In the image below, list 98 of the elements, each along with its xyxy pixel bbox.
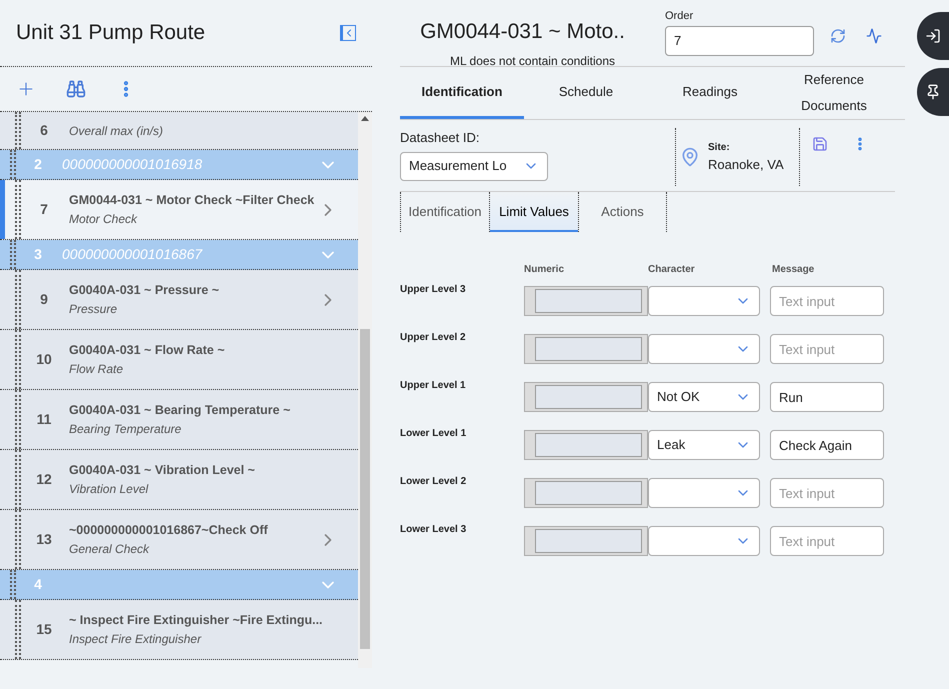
route-list-item[interactable]: 12 G0040A-031 ~ Vibration Level ~ Vibration Level: [0, 450, 358, 510]
item-title: G0040A-031 ~ Pressure ~: [69, 282, 220, 300]
group-number: 3: [33, 245, 43, 264]
limit-label: Upper Level 3: [400, 283, 467, 297]
route-list-item[interactable]: 10 G0040A-031 ~ Flow Rate ~ Flow Rate: [0, 330, 358, 390]
item-number: 13: [35, 530, 53, 549]
character-dropdown[interactable]: Not OK: [648, 382, 760, 412]
order-label: Order: [665, 9, 694, 24]
group-number: 4: [33, 575, 43, 594]
character-dropdown[interactable]: Leak: [648, 430, 760, 460]
character-dropdown[interactable]: [648, 478, 760, 508]
message-field[interactable]: Run: [770, 382, 884, 412]
item-subtitle: Motor Check: [69, 210, 138, 228]
pin-icon: [925, 84, 941, 100]
detail-title: GM0044-031 ~ Moto..: [420, 19, 625, 45]
status-note: ML does not contain conditions: [450, 52, 615, 70]
side-action-button[interactable]: [917, 68, 949, 116]
drag-handle-icon[interactable]: [15, 180, 21, 239]
numeric-field[interactable]: [524, 430, 648, 460]
route-list-item[interactable]: 6 Overall max (in/s): [0, 112, 358, 150]
item-subtitle: Inspect Fire Extinguisher: [69, 630, 202, 648]
drag-handle-icon[interactable]: [15, 270, 21, 329]
column-header: Numeric: [524, 263, 566, 277]
column-header: Character: [648, 263, 696, 277]
drag-handle-icon[interactable]: [15, 112, 21, 149]
item-number: 7: [39, 200, 49, 219]
item-title: GM0044-031 ~ Motor Check ~Filter Check: [69, 192, 316, 210]
character-dropdown[interactable]: [648, 286, 760, 316]
item-title: G0040A-031 ~ Bearing Temperature ~: [69, 402, 292, 420]
group-number: 2: [33, 155, 43, 174]
limit-label: Lower Level 3: [400, 523, 468, 537]
tab[interactable]: Identification: [400, 67, 524, 119]
item-number: 12: [35, 470, 53, 489]
group-code: 000000000001016867: [62, 245, 202, 264]
scrollbar[interactable]: [358, 112, 372, 668]
item-subtitle: Pressure: [69, 300, 118, 318]
message-field[interactable]: Text input: [770, 478, 884, 508]
character-dropdown[interactable]: [648, 526, 760, 556]
route-list-item[interactable]: 11 G0040A-031 ~ Bearing Temperature ~ Bearing Temperature: [0, 390, 358, 450]
limit-label: Upper Level 2: [400, 331, 467, 345]
order-field[interactable]: 7: [665, 26, 814, 56]
numeric-field[interactable]: [524, 478, 648, 508]
route-list-item[interactable]: 9 G0040A-031 ~ Pressure ~ Pressure: [0, 270, 358, 330]
drag-handle-icon[interactable]: [15, 510, 21, 569]
site-value: Roanoke, VA: [708, 156, 784, 174]
limit-label: Lower Level 2: [400, 475, 468, 489]
item-title: G0040A-031 ~ Vibration Level ~: [69, 462, 256, 480]
message-field[interactable]: Check Again: [770, 430, 884, 460]
message-field[interactable]: Text input: [770, 334, 884, 364]
numeric-field[interactable]: [524, 526, 648, 556]
item-number: 15: [35, 620, 53, 639]
item-number: 11: [36, 410, 52, 429]
route-list-item[interactable]: 7 GM0044-031 ~ Motor Check ~Filter Check Motor Check: [0, 180, 358, 240]
save-icon[interactable]: [812, 136, 828, 152]
sign-in-icon: [925, 28, 941, 44]
datasheet-label: Datasheet ID:: [400, 129, 480, 147]
location-pin-icon: [680, 147, 700, 167]
side-action-button[interactable]: [917, 12, 949, 60]
item-number: 9: [39, 290, 49, 309]
column-header: Message: [772, 263, 816, 277]
item-title: G0040A-031 ~ Flow Rate ~: [69, 342, 226, 360]
item-subtitle: General Check: [69, 540, 150, 558]
numeric-field[interactable]: [524, 334, 648, 364]
item-title: ~000000000001016867~Check Off: [69, 522, 269, 540]
item-subtitle: Vibration Level: [69, 480, 150, 498]
group-code: 000000000001016918: [62, 155, 202, 174]
item-number: 10: [35, 350, 53, 369]
limit-label: Lower Level 1: [400, 427, 468, 441]
route-list-item[interactable]: 13 ~000000000001016867~Check Off General Check: [0, 510, 358, 570]
binoculars-icon[interactable]: [66, 79, 86, 99]
numeric-field[interactable]: [524, 286, 648, 316]
trend-line-icon[interactable]: [866, 28, 882, 44]
drag-handle-icon[interactable]: [15, 390, 21, 449]
character-dropdown[interactable]: [648, 334, 760, 364]
datasheet-dropdown[interactable]: Measurement Lo: [400, 152, 548, 180]
item-title: ~ Inspect Fire Extinguisher ~Fire Extingu...: [69, 612, 324, 630]
item-subtitle: Bearing Temperature: [69, 420, 182, 438]
message-field[interactable]: Text input: [770, 526, 884, 556]
subtab[interactable]: Actions: [578, 192, 667, 232]
item-subtitle: Flow Rate: [69, 360, 124, 378]
tab[interactable]: Schedule: [524, 67, 648, 119]
site-label: Site:: [708, 140, 731, 155]
item-number: 6: [39, 121, 49, 140]
drag-handle-icon[interactable]: [15, 600, 21, 659]
numeric-field[interactable]: [524, 382, 648, 412]
route-list-item[interactable]: 15 ~ Inspect Fire Extinguisher ~Fire Extingu... Inspect Fire Extinguisher: [0, 600, 358, 660]
limit-label: Upper Level 1: [400, 379, 467, 393]
route-title: Unit 31 Pump Route: [16, 20, 206, 46]
tab[interactable]: Readings: [648, 67, 772, 119]
message-field[interactable]: Text input: [770, 286, 884, 316]
item-subtitle: Overall max (in/s): [69, 122, 164, 140]
drag-handle-icon[interactable]: [15, 330, 21, 389]
subtab[interactable]: Limit Values: [489, 192, 578, 232]
drag-handle-icon[interactable]: [15, 450, 21, 509]
refresh-icon[interactable]: [830, 28, 846, 44]
scroll-up-arrow-icon[interactable]: [361, 116, 369, 121]
tab[interactable]: Reference Documents: [772, 67, 896, 119]
collapse-panel-icon[interactable]: [340, 25, 356, 41]
